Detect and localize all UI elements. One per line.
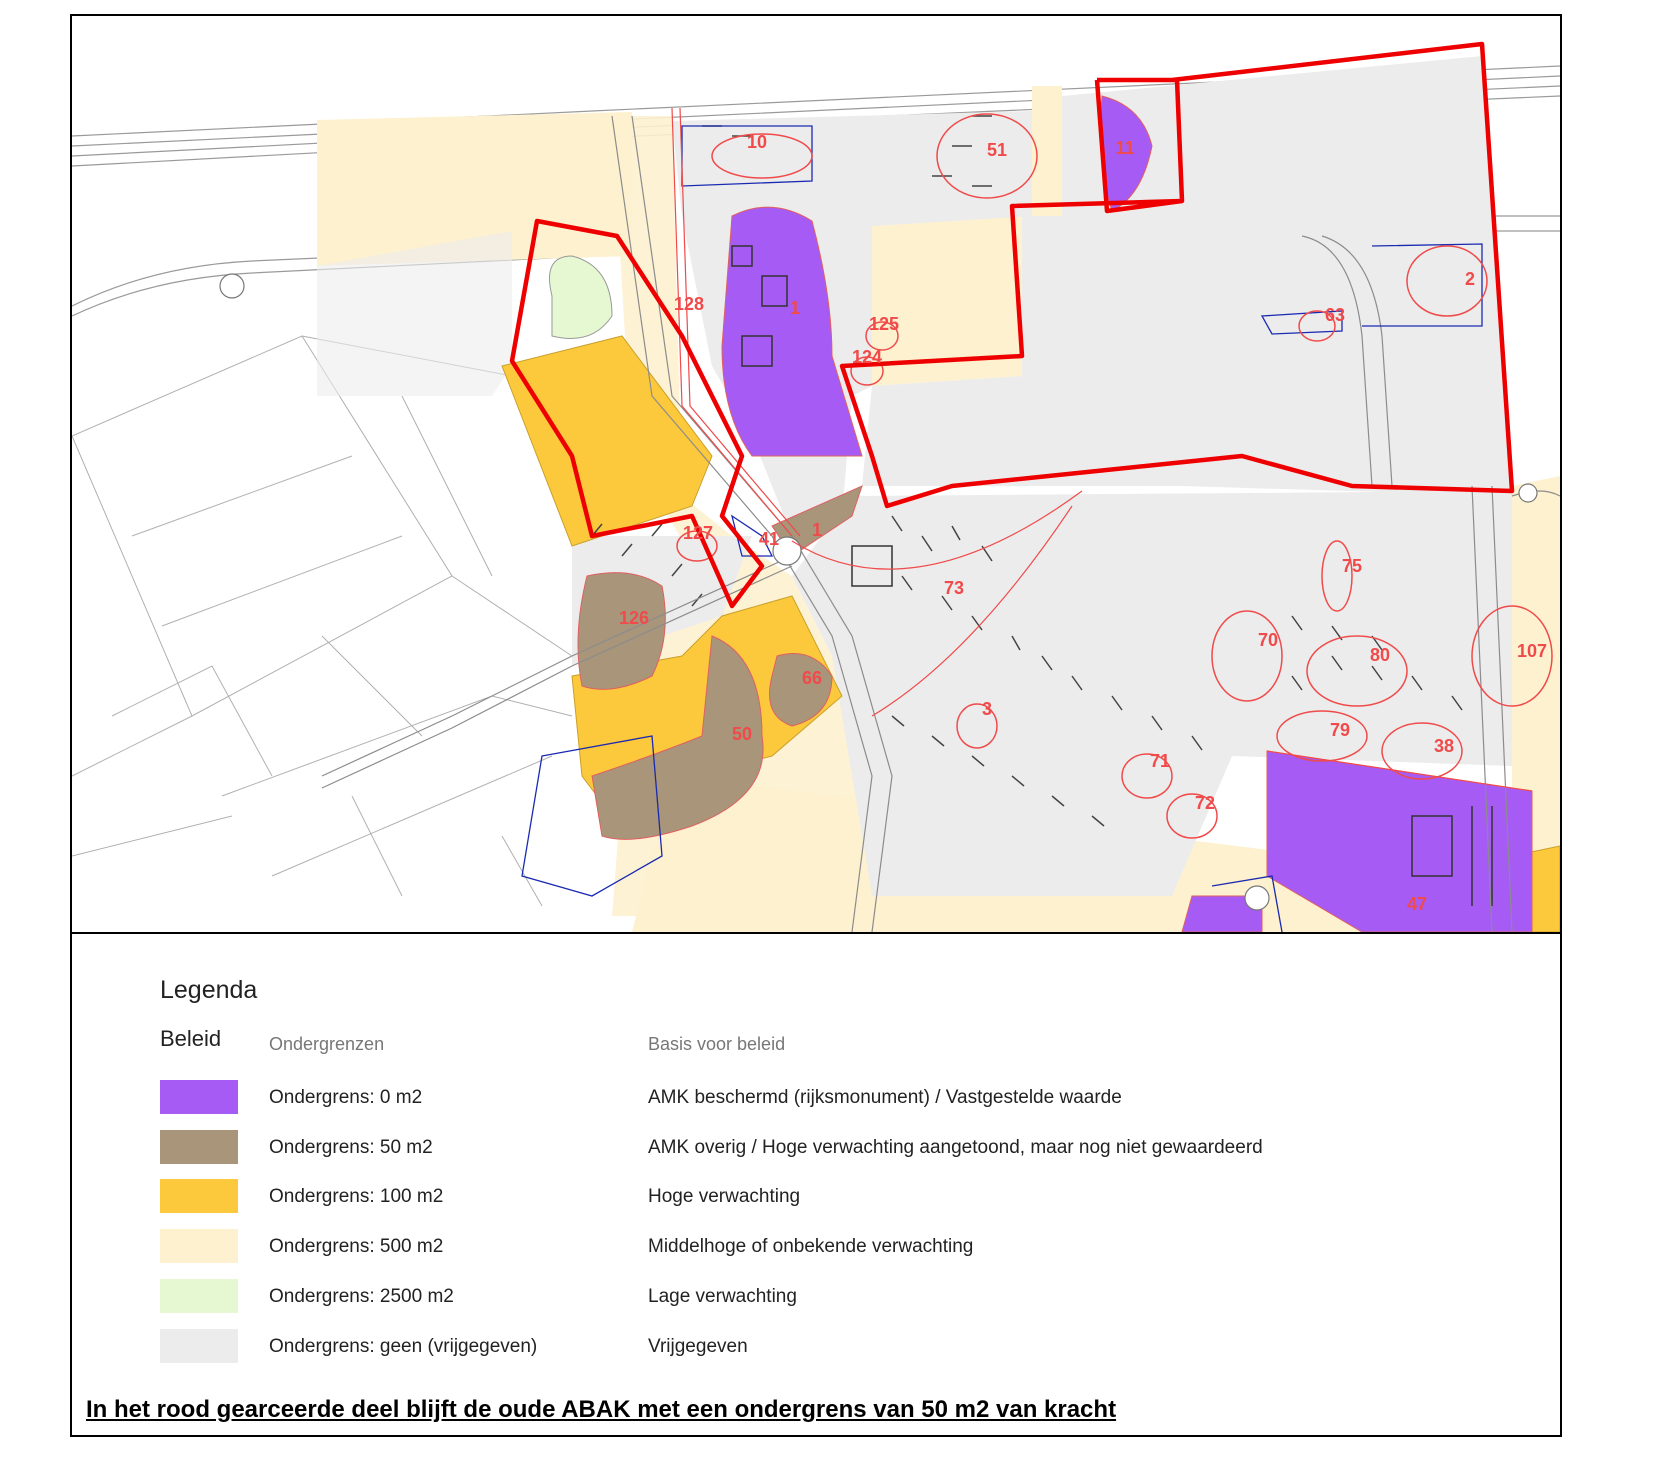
legend-row: Ondergrens: 2500 m2 Lage verwachting bbox=[72, 1279, 1560, 1319]
zone-label: 80 bbox=[1370, 645, 1390, 665]
zone-label: 50 bbox=[732, 724, 752, 744]
roundabout bbox=[219, 273, 245, 299]
zone-label: 125 bbox=[869, 314, 899, 334]
zone-label: 107 bbox=[1517, 641, 1547, 661]
zone-label: 41 bbox=[759, 529, 779, 549]
legend-row-label: Ondergrens: 0 m2 bbox=[269, 1087, 423, 1108]
legend-row: Ondergrens: 100 m2 Hoge verwachting bbox=[72, 1179, 1560, 1219]
zone-label: 75 bbox=[1342, 556, 1362, 576]
zone-label: 1 bbox=[790, 298, 800, 318]
zone-label: 51 bbox=[987, 140, 1007, 160]
legend-swatch bbox=[160, 1179, 238, 1213]
legend-row-basis: AMK beschermd (rijksmonument) / Vastgest… bbox=[648, 1087, 1122, 1108]
zone-label: 126 bbox=[619, 608, 649, 628]
zone-label: 127 bbox=[683, 523, 713, 543]
legend-row-basis: Middelhoge of onbekende verwachting bbox=[648, 1236, 974, 1257]
zone-label: 10 bbox=[747, 132, 767, 152]
legend-row-basis: Lage verwachting bbox=[648, 1286, 797, 1307]
zone-label: 128 bbox=[674, 294, 704, 314]
map-area: 10 51 11 2 63 1 125 124 128 127 41 126 6… bbox=[72, 16, 1560, 934]
zone-label: 2 bbox=[1465, 269, 1475, 289]
zone-label: 73 bbox=[944, 578, 964, 598]
legend-swatch bbox=[160, 1080, 238, 1114]
map-canvas: 10 51 11 2 63 1 125 124 128 127 41 126 6… bbox=[72, 16, 1560, 932]
legend-swatch bbox=[160, 1130, 238, 1164]
zone-label: 72 bbox=[1195, 793, 1215, 813]
zone-label: 63 bbox=[1325, 305, 1345, 325]
legend-column-header-limit: Ondergrenzen bbox=[269, 1034, 385, 1054]
abak-note: In het rood gearceerde deel blijft de ou… bbox=[86, 1396, 1117, 1423]
legend-swatch bbox=[160, 1229, 238, 1263]
legend-row-label: Ondergrens: 500 m2 bbox=[269, 1236, 444, 1257]
zone-label: 3 bbox=[982, 699, 992, 719]
zone-label: 66 bbox=[802, 668, 822, 688]
legend-row: Ondergrens: 0 m2 AMK beschermd (rijksmon… bbox=[72, 1080, 1560, 1120]
legend-row-label: Ondergrens: 100 m2 bbox=[269, 1186, 444, 1207]
legend-row-basis: Vrijgegeven bbox=[648, 1336, 748, 1357]
legend-title: Legenda bbox=[160, 976, 258, 1004]
legend-row: Ondergrens: 500 m2 Middelhoge of onbeken… bbox=[72, 1229, 1560, 1269]
zone-label: 47 bbox=[1407, 894, 1427, 914]
legend-swatch bbox=[160, 1329, 238, 1363]
legend-swatch bbox=[160, 1279, 238, 1313]
zone-label: 38 bbox=[1434, 736, 1454, 756]
legend-section-title: Beleid bbox=[160, 1026, 222, 1051]
zone-label: 11 bbox=[1115, 138, 1134, 158]
legend-row-basis: Hoge verwachting bbox=[648, 1186, 801, 1207]
legend-column-header-basis: Basis voor beleid bbox=[648, 1034, 786, 1054]
zone-label: 124 bbox=[852, 347, 882, 367]
zone-label: 70 bbox=[1258, 630, 1278, 650]
legend-row: Ondergrens: 50 m2 AMK overig / Hoge verw… bbox=[72, 1130, 1560, 1170]
zone-label: 79 bbox=[1330, 720, 1350, 740]
zone-label: 71 bbox=[1150, 751, 1170, 771]
zone-label: 1 bbox=[812, 520, 822, 540]
legend-row-label: Ondergrens: geen (vrijgegeven) bbox=[269, 1336, 538, 1357]
legend: Legenda Beleid Ondergrenzen Basis voor b… bbox=[72, 934, 1560, 1434]
legend-row-label: Ondergrens: 50 m2 bbox=[269, 1137, 433, 1158]
map-figure-frame: 10 51 11 2 63 1 125 124 128 127 41 126 6… bbox=[70, 14, 1562, 1437]
legend-row-label: Ondergrens: 2500 m2 bbox=[269, 1286, 454, 1307]
legend-row-basis: AMK overig / Hoge verwachting aangetoond… bbox=[648, 1137, 1263, 1158]
roundabout bbox=[1518, 483, 1538, 503]
roundabout bbox=[1244, 885, 1270, 911]
legend-row: Ondergrens: geen (vrijgegeven) Vrijgegev… bbox=[72, 1329, 1560, 1369]
